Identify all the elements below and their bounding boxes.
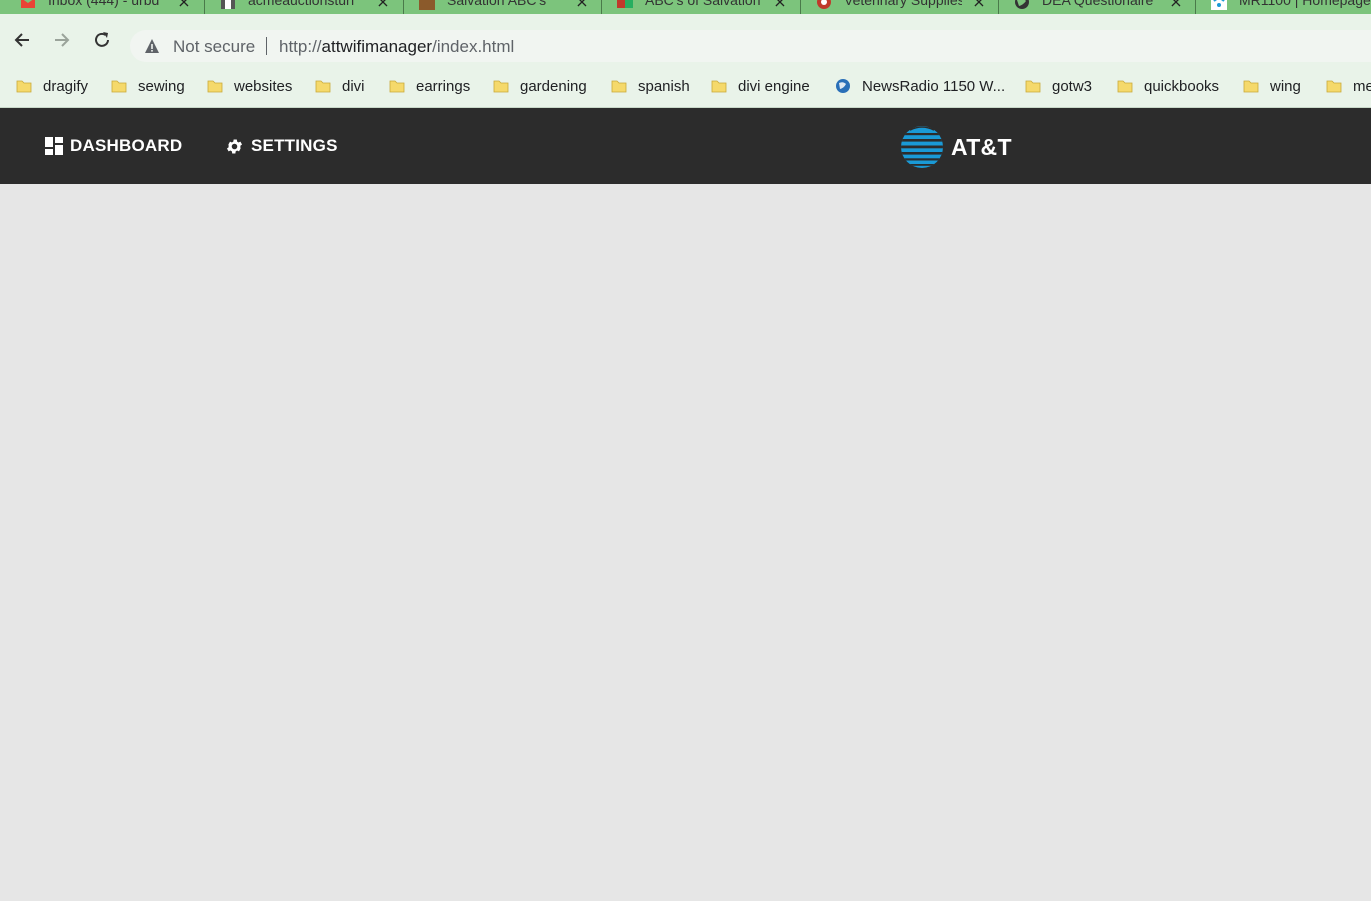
- browser-toolbar: Not secure http://attwifimanager/index.h…: [0, 14, 1371, 66]
- close-icon[interactable]: ×: [574, 0, 590, 10]
- bookmark-label: spanish: [638, 77, 690, 95]
- bookmark-dragify[interactable]: dragify: [16, 76, 88, 96]
- wifi-icon: [1211, 0, 1227, 10]
- tab-title: DEA Questionaire: [1042, 0, 1154, 8]
- url-path: /index.html: [432, 37, 515, 56]
- bookmark-spanish[interactable]: spanish: [611, 76, 690, 96]
- tab-title: MR1100 | Homepage: [1239, 0, 1371, 8]
- site-icon: [221, 0, 235, 9]
- url-scheme: http://: [279, 37, 322, 56]
- bookmark-label: divi: [342, 77, 365, 95]
- tab-title: acmeauctionsturf: [248, 0, 355, 8]
- folder-icon: [1117, 80, 1133, 93]
- tab-title: Salvation ABC's: [447, 0, 547, 8]
- bookmark-divi[interactable]: divi: [315, 76, 365, 96]
- att-globe-icon: [901, 126, 943, 168]
- warning-icon[interactable]: [144, 38, 160, 54]
- address-bar[interactable]: Not secure http://attwifimanager/index.h…: [130, 30, 1371, 62]
- dashboard-icon: [45, 137, 63, 155]
- back-button[interactable]: [10, 28, 34, 52]
- bookmark-earrings[interactable]: earrings: [389, 76, 470, 96]
- folder-icon: [1243, 80, 1259, 93]
- bookmark-sewing[interactable]: sewing: [111, 76, 185, 96]
- tab-separator: [1195, 0, 1196, 14]
- folder-icon: [207, 80, 223, 93]
- bookmark-label: dragify: [43, 77, 89, 95]
- tab-title: Inbox (444) - urbd: [48, 0, 160, 8]
- folder-icon: [1025, 80, 1041, 93]
- globe-icon: [1015, 0, 1029, 9]
- close-icon[interactable]: ×: [375, 0, 391, 10]
- close-icon[interactable]: ×: [1168, 0, 1184, 10]
- security-status[interactable]: Not secure: [173, 37, 255, 57]
- att-logo: AT&T: [900, 124, 1012, 170]
- site-icon: [817, 0, 831, 9]
- folder-icon: [16, 80, 32, 93]
- bookmark-newsradio[interactable]: NewsRadio 1150 W...: [835, 76, 1005, 96]
- tab-separator: [601, 0, 602, 14]
- forward-button[interactable]: [50, 28, 74, 52]
- bookmark-label: quickbooks: [1144, 77, 1220, 95]
- site-icon: [617, 0, 633, 8]
- folder-icon: [493, 80, 509, 93]
- nav-settings-label: SETTINGS: [251, 136, 338, 155]
- divider: [266, 37, 267, 55]
- reload-button[interactable]: [90, 28, 114, 52]
- url-host: attwifimanager: [321, 37, 433, 56]
- gear-icon: [226, 139, 243, 153]
- back-arrow-icon: [14, 33, 29, 47]
- folder-icon: [611, 80, 627, 93]
- nav-settings[interactable]: SETTINGS: [225, 134, 338, 158]
- folder-icon: [315, 80, 331, 93]
- app-navbar: DASHBOARD SETTINGS AT&T: [0, 108, 1371, 184]
- tab-separator: [403, 0, 404, 14]
- close-icon[interactable]: ×: [772, 0, 788, 10]
- folder-icon: [111, 80, 127, 93]
- bookmark-gardening[interactable]: gardening: [493, 76, 587, 96]
- gmail-icon: [21, 0, 35, 8]
- url-text[interactable]: http://attwifimanager/index.html: [279, 37, 514, 57]
- folder-icon: [1326, 80, 1342, 93]
- forward-arrow-icon: [55, 33, 70, 47]
- folder-icon: [389, 80, 405, 93]
- bookmark-quickbooks[interactable]: quickbooks: [1117, 76, 1219, 96]
- bookmark-label: earrings: [416, 77, 471, 95]
- bookmark-label: me: [1353, 77, 1371, 95]
- bookmark-label: gardening: [520, 77, 587, 95]
- tab-separator: [800, 0, 801, 14]
- bookmark-divi-engine[interactable]: divi engine: [711, 76, 810, 96]
- bookmark-me[interactable]: me: [1326, 76, 1371, 96]
- nav-dashboard-label: DASHBOARD: [70, 136, 183, 155]
- folder-icon: [711, 80, 727, 93]
- bookmark-label: divi engine: [738, 77, 810, 95]
- sdf-icon: [419, 0, 435, 10]
- globe-icon: [836, 79, 850, 93]
- tab-strip: Inbox (444) - urbd × acmeauctionsturf × …: [0, 0, 1371, 14]
- close-icon[interactable]: ×: [176, 0, 192, 10]
- tab-separator: [204, 0, 205, 14]
- bookmark-wing[interactable]: wing: [1243, 76, 1301, 96]
- bookmark-label: wing: [1270, 77, 1301, 95]
- bookmark-gotw3[interactable]: gotw3: [1025, 76, 1092, 96]
- bookmark-label: websites: [234, 77, 293, 95]
- bookmark-websites[interactable]: websites: [207, 76, 292, 96]
- att-logo-text: AT&T: [951, 133, 1012, 160]
- close-icon[interactable]: ×: [971, 0, 987, 10]
- main-content: [0, 184, 1371, 901]
- tab-title: Veterinary Supplies: [844, 0, 962, 8]
- reload-icon: [95, 32, 109, 47]
- bookmark-label: sewing: [138, 77, 185, 95]
- tab-title: ABC's of Salvation: [645, 0, 761, 8]
- bookmarks-bar: dragify sewing websites divi earrings ga…: [0, 66, 1371, 108]
- bookmark-label: NewsRadio 1150 W...: [862, 77, 1006, 95]
- nav-dashboard[interactable]: DASHBOARD: [45, 134, 182, 158]
- bookmark-label: gotw3: [1052, 77, 1093, 95]
- tab-separator: [998, 0, 999, 14]
